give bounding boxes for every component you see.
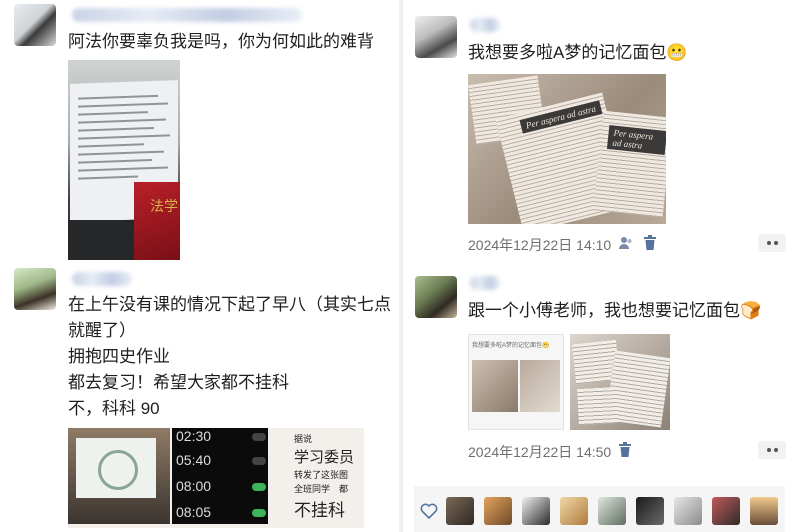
red-book (134, 182, 180, 260)
more-options-button[interactable] (758, 234, 786, 252)
paper-scrap (577, 386, 619, 426)
alarm-time: 08:00 (176, 478, 212, 494)
note-text: 学习委员 (294, 450, 355, 466)
post-photo-repost[interactable]: 我想要多啦A梦的记忆面包😬 (468, 334, 564, 430)
post-text: 跟一个小傅老师，我也想要记忆面包🍞 (468, 301, 762, 320)
avatar[interactable] (415, 16, 457, 58)
post-text: 我想要多啦A梦的记忆面包😬 (468, 43, 688, 62)
more-options-button[interactable] (758, 441, 786, 459)
note-text: 据说 (294, 434, 313, 444)
username-blurred[interactable] (72, 272, 132, 286)
alarm-toggle (252, 509, 266, 517)
alarm-toggle (252, 483, 266, 491)
post-photo[interactable]: 02:30 05:40 08:00 08:05 据说 学习委员 转发了这张图 全… (68, 428, 364, 528)
repost-image (472, 360, 518, 412)
post-text-line: 拥抱四史作业 (68, 347, 170, 366)
note-text: 全班同学 都 (294, 484, 349, 494)
post-timestamp: 2024年12月22日 14:10 (468, 237, 612, 253)
wreath-circle (98, 450, 138, 490)
avatar[interactable] (14, 4, 56, 46)
heart-outline-icon[interactable] (420, 503, 438, 519)
repost-title: 我想要多啦A梦的记忆面包😬 (472, 343, 550, 349)
delete-trash-icon[interactable] (643, 235, 657, 251)
repost-image (520, 360, 560, 412)
alarm-time: 02:30 (176, 428, 212, 444)
moments-feed: 阿法你要辜负我是吗，你为何如此的难背 法学 在上午没有课的情况下起了早八（其实七… (0, 0, 799, 532)
liker-avatar[interactable] (484, 497, 512, 525)
post-photo[interactable]: 法学 (68, 60, 180, 260)
liker-avatar[interactable] (598, 497, 626, 525)
note-text: 转发了这张图 (294, 470, 349, 480)
book-title: 法学 (150, 199, 178, 215)
liker-avatar[interactable] (522, 497, 550, 525)
liker-avatar[interactable] (560, 497, 588, 525)
username-blurred[interactable] (470, 276, 500, 290)
post-text-line: 在上午没有课的情况下起了早八（其实七点 (68, 295, 391, 314)
alarm-toggle (252, 433, 266, 441)
alarm-time: 05:40 (176, 452, 212, 468)
post-photo[interactable] (570, 334, 670, 430)
post-text-line: 就醒了） (68, 321, 136, 340)
post-text-line: 不，科科 90 (68, 399, 160, 418)
liker-avatar[interactable] (636, 497, 664, 525)
avatar[interactable] (415, 276, 457, 318)
friends-visibility-icon (619, 237, 632, 249)
username-blurred[interactable] (470, 18, 500, 32)
liker-avatar[interactable] (712, 497, 740, 525)
column-divider (399, 0, 403, 532)
liker-avatar[interactable] (750, 497, 778, 525)
post-text-line: 都去复习！希望大家都不挂科 (68, 373, 289, 392)
post-photo[interactable]: Per aspera ad astra Per aspera ad astra (468, 74, 666, 224)
alarm-time: 08:05 (176, 504, 212, 520)
liker-avatar[interactable] (446, 497, 474, 525)
avatar[interactable] (14, 268, 56, 310)
delete-trash-icon[interactable] (618, 442, 632, 458)
note-text: 不挂科 (294, 501, 345, 520)
post-timestamp: 2024年12月22日 14:50 (468, 444, 612, 460)
alarm-toggle (252, 457, 266, 465)
liker-avatar[interactable] (674, 497, 702, 525)
post-text: 阿法你要辜负我是吗，你为何如此的难背 (68, 32, 374, 51)
username-blurred[interactable] (72, 8, 302, 22)
